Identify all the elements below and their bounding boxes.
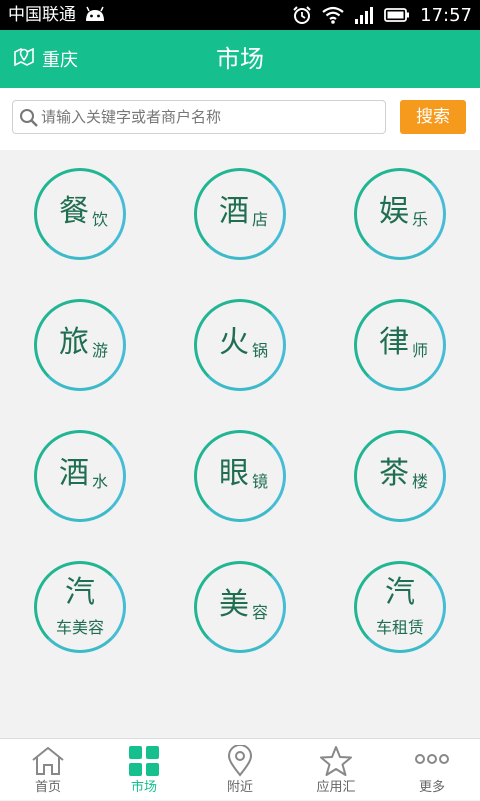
tab-label: 更多 — [418, 780, 445, 795]
category-sub-text: 店 — [252, 210, 269, 229]
category-item[interactable]: 汽车美容 — [34, 561, 126, 653]
category-main-char: 酒 — [219, 194, 249, 229]
category-sub-text: 容 — [252, 603, 269, 622]
status-bar: 中国联通 17:57 — [0, 0, 480, 30]
category-main-char: 律 — [379, 325, 409, 360]
tab-label: 附近 — [226, 780, 253, 795]
category-main-char: 汽 — [65, 575, 95, 610]
category-main-char: 美 — [219, 587, 249, 622]
category-main-char: 汽 — [385, 575, 415, 610]
category-main-char: 茶 — [379, 456, 409, 491]
category-item[interactable]: 火锅 — [194, 299, 286, 391]
location-selector[interactable]: 重庆 — [12, 44, 78, 78]
category-sub-text: 水 — [92, 472, 109, 491]
search-button[interactable]: 搜索 — [400, 100, 466, 134]
category-sub-text: 饮 — [92, 210, 109, 229]
search-icon — [20, 109, 38, 127]
wifi-icon — [322, 6, 344, 24]
tab-market[interactable]: 市场 — [96, 739, 192, 801]
location-pin-icon — [227, 745, 253, 777]
home-icon — [32, 746, 64, 775]
tab-app-store[interactable]: 应用汇 — [288, 739, 384, 801]
category-main-char: 火 — [219, 325, 249, 360]
battery-icon — [384, 8, 410, 22]
category-sub-text: 楼 — [412, 472, 429, 491]
more-dots-icon — [415, 754, 449, 764]
category-sub-text: 乐 — [412, 210, 429, 229]
category-item[interactable]: 眼镜 — [194, 430, 286, 522]
tab-nearby[interactable]: 附近 — [192, 739, 288, 801]
clock-time: 17:57 — [420, 4, 472, 26]
category-item[interactable]: 旅游 — [34, 299, 126, 391]
category-main-char: 旅 — [59, 325, 89, 360]
category-main-char: 酒 — [59, 456, 89, 491]
category-main-char: 眼 — [219, 456, 249, 491]
category-main-char: 餐 — [59, 194, 89, 229]
category-sub-text: 镜 — [252, 472, 269, 491]
bottom-tab-bar: 首页 市场 附近 应用汇 更多 — [0, 738, 480, 800]
category-item[interactable]: 汽车租赁 — [354, 561, 446, 653]
signal-icon — [354, 6, 374, 24]
category-main-char: 娱 — [379, 194, 409, 229]
android-robot-icon — [84, 6, 106, 22]
star-icon — [320, 746, 352, 776]
tab-more[interactable]: 更多 — [384, 739, 480, 801]
tab-label: 首页 — [34, 780, 61, 795]
category-sub-text: 车美容 — [55, 618, 104, 637]
category-sub-text: 锅 — [252, 341, 269, 360]
category-item[interactable]: 娱乐 — [354, 168, 446, 260]
category-item[interactable]: 酒店 — [194, 168, 286, 260]
search-bar: 搜索 — [0, 88, 480, 150]
category-item[interactable]: 酒水 — [34, 430, 126, 522]
category-item[interactable]: 茶楼 — [354, 430, 446, 522]
search-box — [12, 100, 386, 134]
tab-label: 市场 — [130, 780, 157, 795]
tab-home[interactable]: 首页 — [0, 739, 96, 801]
grid-icon — [129, 746, 159, 776]
category-sub-text: 游 — [92, 341, 109, 360]
search-input[interactable] — [41, 101, 381, 133]
app-header: 重庆 市场 — [0, 30, 480, 88]
map-pin-icon — [12, 44, 36, 78]
carrier-name: 中国联通 — [8, 5, 76, 25]
category-sub-text: 师 — [412, 341, 429, 360]
category-item[interactable]: 餐饮 — [34, 168, 126, 260]
location-name: 重庆 — [42, 50, 78, 71]
category-sub-text: 车租赁 — [375, 618, 424, 637]
category-item[interactable]: 律师 — [354, 299, 446, 391]
category-item[interactable]: 美容 — [194, 561, 286, 653]
alarm-icon — [292, 5, 312, 25]
tab-label: 应用汇 — [316, 780, 356, 795]
